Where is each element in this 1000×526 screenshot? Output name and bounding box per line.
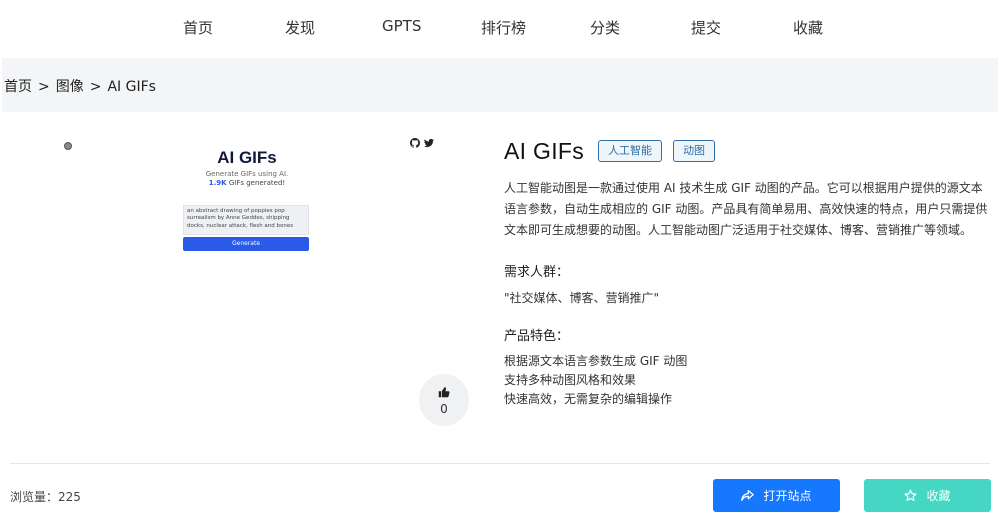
view-count: 浏览量：225	[10, 488, 81, 505]
favorite-button[interactable]: 收藏	[864, 479, 991, 512]
product-preview: AI GIFs Generate GIFs using AI. 1.9K GIF…	[60, 132, 440, 262]
list-item: 快速高效，无需复杂的编辑操作	[504, 392, 673, 406]
nav-item-discover[interactable]: 发现	[285, 17, 315, 38]
breadcrumb-separator: >	[89, 79, 102, 95]
dot-icon	[64, 142, 72, 150]
nav-item-submit[interactable]: 提交	[691, 17, 721, 38]
preview-app-title: AI GIFs	[217, 148, 277, 167]
like-button[interactable]: 0	[419, 374, 469, 426]
nav-item-ranking[interactable]: 排行榜	[481, 17, 526, 38]
product-description: 人工智能动图是一款通过使用 AI 技术生成 GIF 动图的产品。它可以根据用户提…	[504, 181, 988, 237]
breadcrumb-bar: 首页 > 图像 > AI GIFs	[2, 58, 998, 112]
open-site-label: 打开站点	[763, 489, 812, 503]
top-navigation: 首页 发现 GPTS 排行榜 分类 提交 收藏	[0, 0, 1000, 58]
features-heading: 产品特色：	[504, 329, 570, 344]
feature-list: 根据源文本语言参数生成 GIF 动图 支持多种动图风格和效果 快速高效，无需复杂…	[504, 352, 687, 409]
breadcrumb: 首页 > 图像 > AI GIFs	[4, 76, 156, 96]
like-count: 0	[440, 402, 448, 416]
preview-generated-count: 1.9K GIFs generated!	[180, 179, 314, 187]
breadcrumb-home[interactable]: 首页	[4, 79, 32, 95]
preview-prompt-textarea: an abstract drawing of poppies pop surre…	[183, 205, 309, 235]
github-icon	[410, 138, 420, 148]
nav-item-favorites[interactable]: 收藏	[793, 17, 823, 38]
nav-item-gpts[interactable]: GPTS	[382, 17, 421, 35]
preview-count-value: 1.9K	[208, 179, 227, 187]
divider	[10, 463, 990, 464]
preview-generate-button: Generate	[183, 237, 309, 251]
tag-gif[interactable]: 动图	[673, 140, 716, 162]
share-icon	[741, 489, 755, 502]
audience-heading: 需求人群：	[504, 265, 570, 280]
product-title: AI GIFs	[504, 137, 585, 164]
nav-item-categories[interactable]: 分类	[590, 17, 620, 38]
breadcrumb-separator: >	[38, 79, 50, 95]
favorite-label: 收藏	[926, 489, 951, 503]
twitter-icon	[424, 138, 434, 148]
product-title-row: AI GIFs 人工智能 动图	[504, 136, 994, 166]
nav-item-home[interactable]: 首页	[183, 17, 213, 38]
breadcrumb-current: AI GIFs	[107, 79, 156, 95]
preview-count-suffix: GIFs generated!	[228, 179, 286, 187]
product-details: AI GIFs 人工智能 动图 人工智能动图是一款通过使用 AI 技术生成 GI…	[504, 136, 994, 407]
list-item: 根据源文本语言参数生成 GIF 动图	[504, 354, 688, 368]
list-item: 支持多种动图风格和效果	[504, 373, 637, 387]
thumbs-up-icon	[438, 386, 450, 398]
preview-subtitle: Generate GIFs using AI.	[205, 170, 289, 178]
open-site-button[interactable]: 打开站点	[713, 479, 840, 512]
breadcrumb-image[interactable]: 图像	[56, 79, 84, 95]
preview-social-links	[410, 138, 434, 148]
view-count-value: 225	[58, 490, 81, 504]
audience-text: "社交媒体、博客、营销推广"	[504, 291, 660, 305]
star-icon	[905, 489, 917, 501]
view-count-label: 浏览量：	[10, 490, 59, 504]
tag-ai[interactable]: 人工智能	[598, 140, 663, 162]
